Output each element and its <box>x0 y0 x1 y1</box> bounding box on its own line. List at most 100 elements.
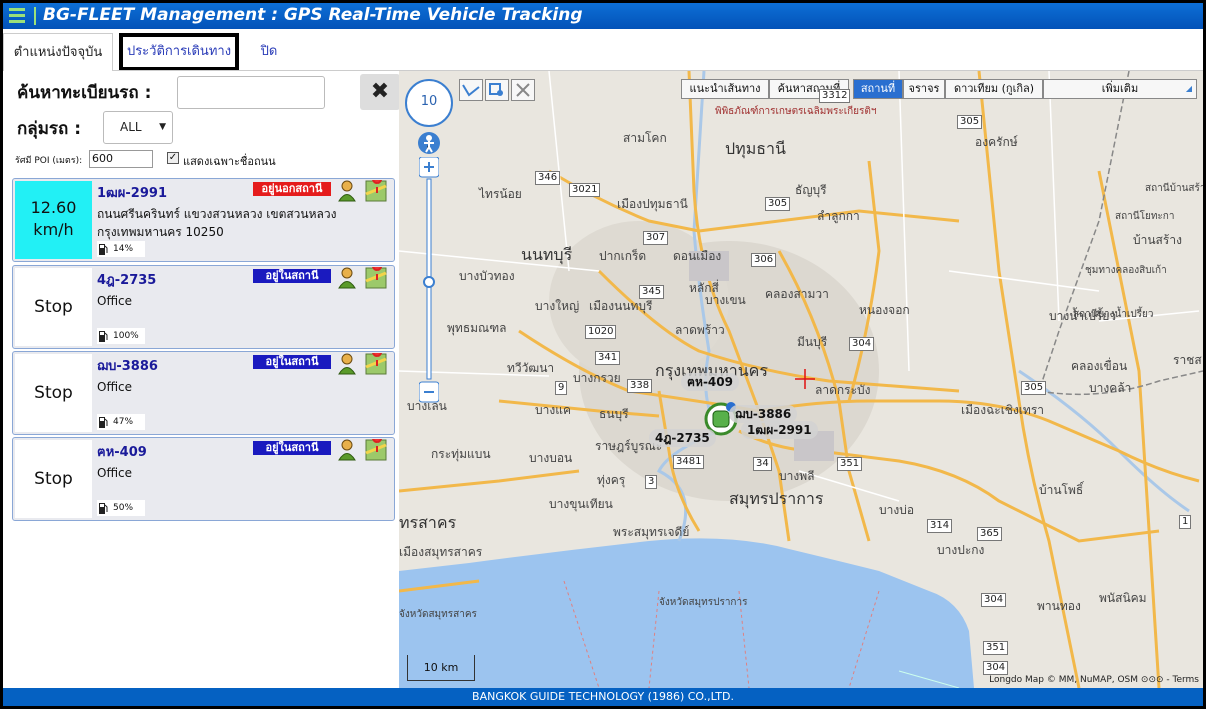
vehicle-card[interactable]: Stop ฌบ-3886 อยู่ในสถานี Office 47% <box>12 351 395 435</box>
fuel-pump-icon <box>99 503 108 514</box>
pan-zoom-control[interactable]: 10 <box>405 79 453 127</box>
map-locate-icon[interactable] <box>365 353 387 375</box>
map-label: พานทอง <box>1037 599 1081 613</box>
map-base <box>399 71 1203 688</box>
road-badge: 3481 <box>673 455 705 469</box>
speed-value: Stop <box>34 469 73 489</box>
vehicle-card[interactable]: Stop ฅห-409 อยู่ในสถานี Office 50% <box>12 437 395 521</box>
vehicle-address: ถนนศรีนครินทร์ แขวงสวนหลวง เขตสวนหลวง กร… <box>97 205 387 241</box>
tab-close[interactable]: ปิด <box>239 33 299 71</box>
driver-icon[interactable] <box>337 180 357 202</box>
caret-down-icon: ◢ <box>1185 84 1192 93</box>
main-tabs: ตำแหน่งปัจจุบัน ประวัติการเดินทาง ปิด <box>3 33 1203 71</box>
driver-icon[interactable] <box>337 353 357 375</box>
speed-box: Stop <box>15 354 92 432</box>
road-badge: 3 <box>645 475 658 489</box>
vehicle-plate[interactable]: 1ฒผ-2991 <box>97 182 167 203</box>
road-badge: 304 <box>983 661 1009 675</box>
map-label: เมืองนนทบุรี <box>589 299 653 313</box>
layer-satellite-button[interactable]: ดาวเทียม (กูเกิล) <box>945 79 1043 99</box>
status-badge: อยู่ในสถานี <box>253 355 331 369</box>
route-button[interactable]: แนะนำเส้นทาง <box>681 79 769 99</box>
map-label: ลาดกระบัง <box>815 383 871 397</box>
app-header: BG-FLEET Management : GPS Real-Time Vehi… <box>3 3 1203 29</box>
vehicle-map-label[interactable]: 4ฎ-2735 <box>649 429 716 447</box>
road-badge: 306 <box>751 253 777 267</box>
map-label: สมุทรปราการ <box>729 489 824 508</box>
vehicle-plate[interactable]: 4ฎ-2735 <box>97 269 156 290</box>
map-view[interactable]: 10 แนะนำเส้นทาง ค้นหาสถานที่ สถานที่ จรา… <box>399 71 1203 688</box>
header-separator <box>34 7 36 25</box>
hamburger-icon[interactable] <box>7 5 27 27</box>
address-line: ถนนศรีนครินทร์ แขวงสวนหลวง เขตสวนหลวง <box>97 207 337 221</box>
clear-search-button[interactable]: ✖ <box>360 74 400 110</box>
map-attribution[interactable]: Longdo Map © MM, NuMAP, OSM ⊙⊙⊙ - Terms <box>989 675 1199 685</box>
vehicle-address: Office <box>97 464 387 482</box>
tab-travel-history[interactable]: ประวัติการเดินทาง <box>119 33 239 71</box>
map-label: บางปะกง <box>937 543 985 557</box>
map-label: เมืองฉะเชิงเทรา <box>961 403 1044 417</box>
map-label: ทวีวัฒนา <box>507 361 555 375</box>
road-badge: 9 <box>555 381 568 395</box>
draw-line-icon[interactable] <box>459 79 483 101</box>
driver-icon[interactable] <box>337 267 357 289</box>
map-label: ราชส <box>1173 353 1202 367</box>
vehicle-card[interactable]: 12.60 km/h 1ฒผ-2991 อยู่นอกสถานี ถนนศรีน… <box>12 178 395 262</box>
zoom-level: 10 <box>420 94 438 109</box>
map-label: ปทุมธานี <box>725 139 786 158</box>
map-label: ทรสาคร <box>399 513 457 532</box>
map-label: บางบ่อ <box>879 503 915 517</box>
map-label: คลองสามวา <box>765 287 829 301</box>
map-label: ธนบุรี <box>599 407 629 421</box>
map-locate-icon[interactable] <box>365 439 387 461</box>
road-badge: 305 <box>957 115 983 129</box>
road-badge: 346 <box>535 171 561 185</box>
vehicle-plate[interactable]: ฌบ-3886 <box>97 355 158 376</box>
vehicle-card[interactable]: Stop 4ฎ-2735 อยู่ในสถานี Office 100% <box>12 265 395 349</box>
vehicle-map-label[interactable]: 1ฒผ-2991 <box>741 421 818 439</box>
tab-current-position[interactable]: ตำแหน่งปัจจุบัน <box>3 33 113 71</box>
close-icon: ✖ <box>370 79 390 104</box>
measure-icon[interactable] <box>485 79 509 101</box>
vehicle-address: Office <box>97 378 387 396</box>
vehicle-address: Office <box>97 292 387 310</box>
speed-box: 12.60 km/h <box>15 181 92 259</box>
vehicle-panel: ค้นหาทะเบียนรถ : ✖ กลุ่มรถ : ALL ▼ รัศมี… <box>3 71 400 688</box>
map-label: พระสมุทรเจดีย์ <box>613 525 690 539</box>
road-badge: 1 <box>1179 515 1192 529</box>
clear-drawing-icon[interactable] <box>511 79 535 101</box>
road-badge: 305 <box>1021 381 1047 395</box>
vehicle-map-label[interactable]: ฅห-409 <box>681 373 739 391</box>
road-only-checkbox[interactable]: ✓ <box>167 152 179 164</box>
speed-box: Stop <box>15 440 92 518</box>
road-badge: 304 <box>981 593 1007 607</box>
layer-more-select[interactable]: เพิ่มเติม ◢ <box>1043 79 1197 99</box>
vehicle-plate[interactable]: ฅห-409 <box>97 441 147 462</box>
map-label: บางเลน <box>407 399 447 413</box>
speed-box: Stop <box>15 268 92 346</box>
layer-traffic-button[interactable]: จราจร <box>903 79 945 99</box>
address-line: Office <box>97 380 133 394</box>
map-scale: 10 km <box>407 655 475 681</box>
road-badge: 305 <box>765 197 791 211</box>
poi-radius-input[interactable]: 600 <box>89 150 153 168</box>
zoom-slider[interactable] <box>419 157 439 407</box>
road-badge: 3021 <box>569 183 601 197</box>
map-locate-icon[interactable] <box>365 180 387 202</box>
plate-search-input[interactable] <box>177 76 325 109</box>
fuel-level: 47% <box>97 414 145 430</box>
address-line: Office <box>97 294 133 308</box>
map-locate-icon[interactable] <box>365 267 387 289</box>
group-select-value: ALL <box>120 120 142 134</box>
fuel-level: 100% <box>97 328 145 344</box>
layer-place-button[interactable]: สถานที่ <box>853 79 903 99</box>
group-select[interactable]: ALL ▼ <box>103 111 173 144</box>
map-label: บางกรวย <box>573 371 621 385</box>
map-label: สามโคก <box>623 131 667 145</box>
map-label: สถานีโยทะกา <box>1115 211 1175 222</box>
map-label: ทุ่งครุ <box>597 473 626 487</box>
street-view-icon[interactable] <box>417 131 441 155</box>
address-line: Office <box>97 466 133 480</box>
driver-icon[interactable] <box>337 439 357 461</box>
speed-value: Stop <box>34 297 73 317</box>
